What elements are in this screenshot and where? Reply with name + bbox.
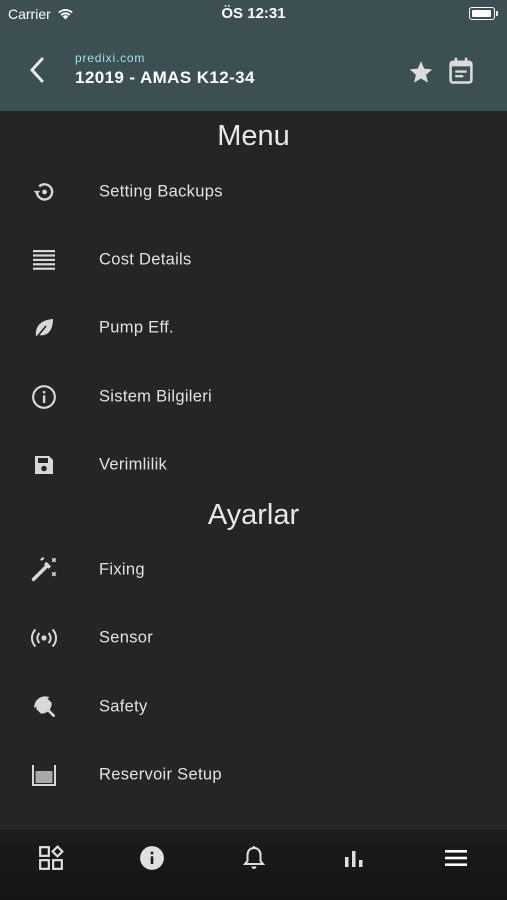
menu-item-sensor[interactable]: Sensor [0, 607, 507, 669]
tab-statistics[interactable] [334, 838, 374, 878]
favorite-button[interactable] [404, 55, 438, 89]
menu-item-label: Sistem Bilgileri [99, 387, 212, 406]
menu-item-verimlilik[interactable]: Verimlilik [0, 434, 507, 496]
calendar-icon [447, 56, 475, 86]
umbrella-icon [29, 692, 59, 722]
menu-item-label: Setting Backups [99, 182, 223, 201]
list-lines-icon [29, 245, 59, 275]
menu-item-label: Pump Eff. [99, 318, 174, 337]
info-icon [139, 845, 165, 871]
tab-info[interactable] [132, 838, 172, 878]
info-outline-icon [29, 382, 59, 412]
menu-item-reservoir-setup[interactable]: Reservoir Setup [0, 744, 507, 806]
app-screen: Carrier ÖS 12:31 predixi.com 12019 - AMA… [0, 0, 507, 900]
container-icon [29, 760, 59, 790]
star-icon [407, 59, 435, 86]
menu-item-label: Verimlilik [99, 455, 168, 474]
menu-item-label: Reservoir Setup [99, 765, 222, 784]
menu-item-pump-eff[interactable]: Pump Eff. [0, 297, 507, 359]
menu-item-label: Sensor [99, 628, 154, 647]
status-bar: Carrier ÖS 12:31 [0, 0, 507, 28]
calendar-button[interactable] [444, 54, 478, 88]
menu-item-label: Cost Details [99, 250, 192, 269]
menu-item-label: Safety [99, 697, 148, 716]
app-header: predixi.com 12019 - AMAS K12-34 [0, 28, 507, 111]
menu-item-cost-details[interactable]: Cost Details [0, 229, 507, 291]
dashboard-icon [38, 845, 64, 871]
menu-item-fixing[interactable]: Fixing [0, 539, 507, 601]
menu-item-sistem-bilgileri[interactable]: Sistem Bilgileri [0, 366, 507, 428]
back-button[interactable] [22, 52, 52, 88]
leaf-icon [29, 313, 59, 343]
menu-item-safety[interactable]: Safety [0, 676, 507, 738]
tab-menu[interactable] [436, 838, 476, 878]
page-title: 12019 - AMAS K12-34 [75, 68, 255, 87]
broadcast-icon [29, 623, 59, 653]
tab-dashboard[interactable] [31, 838, 71, 878]
section-title-ayarlar: Ayarlar [207, 499, 300, 531]
restore-icon [29, 177, 59, 207]
section-title-menu: Menu [217, 120, 290, 152]
menu-item-label: Fixing [99, 560, 145, 579]
tab-notifications[interactable] [234, 838, 274, 878]
menu-icon [444, 848, 468, 868]
site-name: predixi.com [75, 51, 146, 65]
save-icon [29, 450, 59, 480]
battery-icon [469, 7, 498, 20]
menu-item-setting-backups[interactable]: Setting Backups [0, 161, 507, 223]
magic-wand-icon [29, 555, 59, 585]
bar-chart-icon [343, 847, 365, 869]
status-time: ÖS 12:31 [221, 5, 286, 22]
bottom-tab-bar [0, 830, 507, 900]
bell-icon [242, 845, 266, 871]
chevron-left-icon [29, 57, 45, 83]
